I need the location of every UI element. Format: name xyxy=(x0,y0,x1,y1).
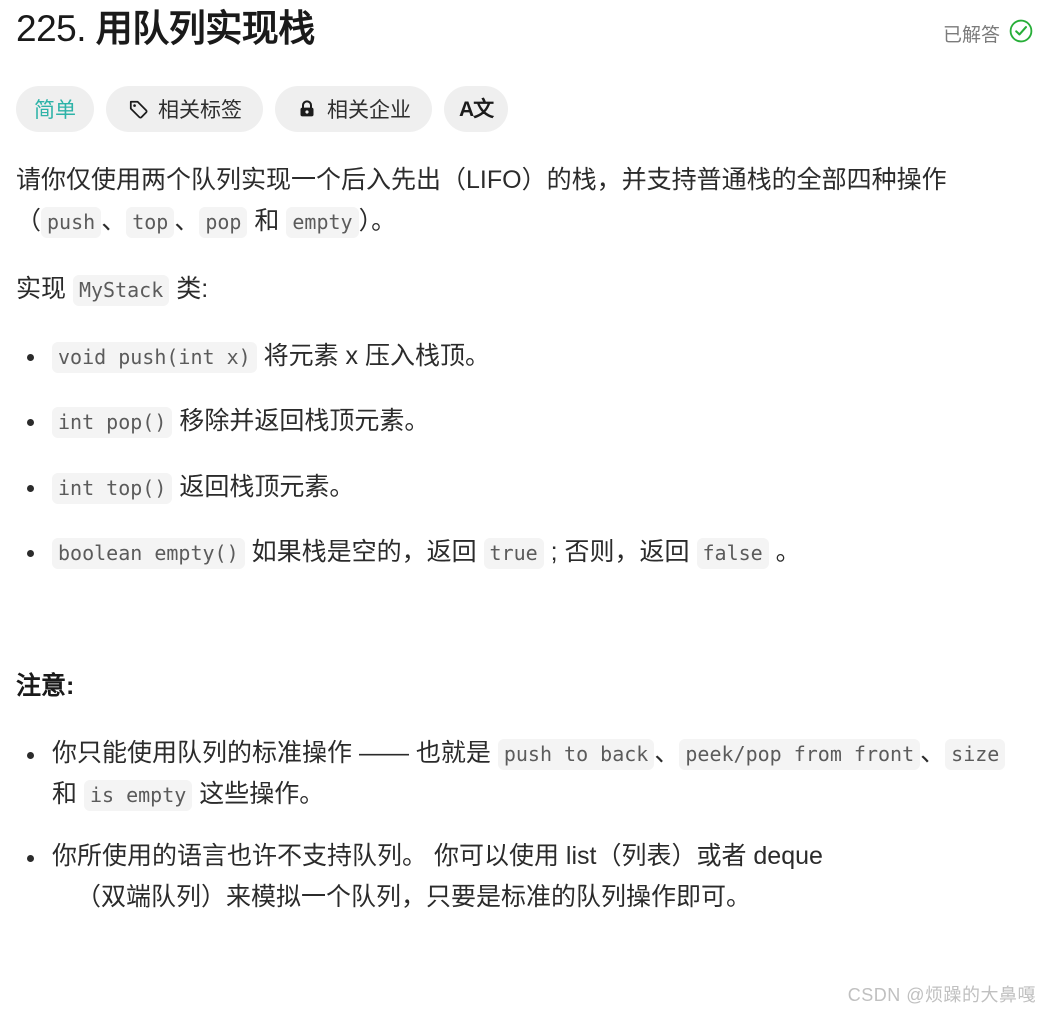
method-text: 移除并返回栈顶元素。 xyxy=(172,407,430,436)
problem-header: 225. 用队列实现栈 已解答 xyxy=(16,0,1034,52)
code-peek-pop-from-front: peek/pop from front xyxy=(679,739,921,771)
notes-section: 注意: 你只能使用队列的标准操作 —— 也就是 push to back、 pee… xyxy=(16,666,1034,918)
implement-prefix: 实现 xyxy=(16,275,73,304)
note-sep-3: 和 xyxy=(52,779,84,808)
intro-sep-1: 、 xyxy=(101,206,127,235)
difficulty-label: 简单 xyxy=(34,99,76,123)
empty-text-2: ; 否则，返回 xyxy=(543,538,697,567)
code-size: size xyxy=(945,739,1006,771)
empty-text-1: 如果栈是空的，返回 xyxy=(244,538,484,567)
translate-icon: A文 xyxy=(459,97,494,121)
translate-button[interactable]: A文 xyxy=(444,86,509,133)
tag-icon xyxy=(127,98,149,120)
related-companies-button[interactable]: 相关企业 xyxy=(275,86,432,133)
status-badge: 已解答 xyxy=(943,6,1034,49)
intro-paragraph: 请你仅使用两个队列实现一个后入先出（LIFO）的栈，并支持普通栈的全部四种操作（… xyxy=(16,160,1034,241)
code-push-to-back: push to back xyxy=(497,739,655,771)
problem-number: 225. xyxy=(16,8,87,49)
code-void-push: void push(int x) xyxy=(52,341,257,373)
code-is-empty: is empty xyxy=(83,779,193,811)
list-item: void push(int x) 将元素 x 压入栈顶。 xyxy=(16,336,1034,377)
code-top: top xyxy=(126,206,175,238)
code-int-top: int top() xyxy=(52,472,173,504)
code-true: true xyxy=(483,538,544,570)
implement-paragraph: 实现 MyStack 类: xyxy=(16,269,1034,310)
list-item: int pop() 移除并返回栈顶元素。 xyxy=(16,401,1034,442)
csdn-watermark: CSDN @烦躁的大鼻嘎 xyxy=(847,985,1036,1005)
code-empty: empty xyxy=(286,206,359,238)
page-title: 225. 用队列实现栈 xyxy=(16,6,315,52)
note-line-1: 你所使用的语言也许不支持队列。 你可以使用 list（列表）或者 deque xyxy=(52,842,823,871)
check-circle-icon xyxy=(1008,18,1034,49)
intro-tail: ）。 xyxy=(358,206,397,235)
list-item: 你所使用的语言也许不支持队列。 你可以使用 list（列表）或者 deque （双… xyxy=(16,836,1034,917)
note-sep-2: 、 xyxy=(920,739,946,768)
notes-heading: 注意: xyxy=(16,671,75,700)
note-text-1: 你只能使用队列的标准操作 —— 也就是 xyxy=(52,739,498,768)
code-mystack: MyStack xyxy=(72,275,170,307)
lock-icon xyxy=(296,98,318,120)
code-pop: pop xyxy=(199,206,248,238)
notes-list: 你只能使用队列的标准操作 —— 也就是 push to back、 peek/po… xyxy=(16,733,1034,917)
related-companies-label: 相关企业 xyxy=(327,99,411,123)
methods-list: void push(int x) 将元素 x 压入栈顶。 int pop() 移… xyxy=(16,336,1034,573)
code-boolean-empty: boolean empty() xyxy=(52,538,245,570)
difficulty-badge[interactable]: 简单 xyxy=(16,86,94,133)
intro-sep-3: 和 xyxy=(247,206,287,235)
code-push: push xyxy=(41,206,102,238)
problem-title-text: 用队列实现栈 xyxy=(95,8,316,49)
problem-page: 225. 用队列实现栈 已解答 简单 相关标签 相关企业 A文 请你仅使用两个队… xyxy=(0,0,1050,1019)
related-tags-label: 相关标签 xyxy=(158,99,242,123)
intro-sep-2: 、 xyxy=(174,206,200,235)
status-label: 已解答 xyxy=(942,25,1000,46)
note-sep-1: 、 xyxy=(654,739,680,768)
implement-suffix: 类: xyxy=(169,275,209,304)
note-text-2: 这些操作。 xyxy=(192,779,325,808)
problem-toolbar: 简单 相关标签 相关企业 A文 xyxy=(16,86,1034,133)
empty-text-3: 。 xyxy=(768,538,801,567)
code-int-pop: int pop() xyxy=(52,407,173,439)
note-line-2: （双端队列）来模拟一个队列，只要是标准的队列操作即可。 xyxy=(76,882,752,911)
related-tags-button[interactable]: 相关标签 xyxy=(106,86,263,133)
method-text: 返回栈顶元素。 xyxy=(172,472,355,501)
list-item: int top() 返回栈顶元素。 xyxy=(16,467,1034,508)
problem-content: 请你仅使用两个队列实现一个后入先出（LIFO）的栈，并支持普通栈的全部四种操作（… xyxy=(16,160,1034,917)
list-item: boolean empty() 如果栈是空的，返回 true ; 否则，返回 f… xyxy=(16,532,1034,573)
list-item: 你只能使用队列的标准操作 —— 也就是 push to back、 peek/po… xyxy=(16,733,1034,814)
code-false: false xyxy=(696,538,769,570)
method-text: 将元素 x 压入栈顶。 xyxy=(256,341,490,370)
